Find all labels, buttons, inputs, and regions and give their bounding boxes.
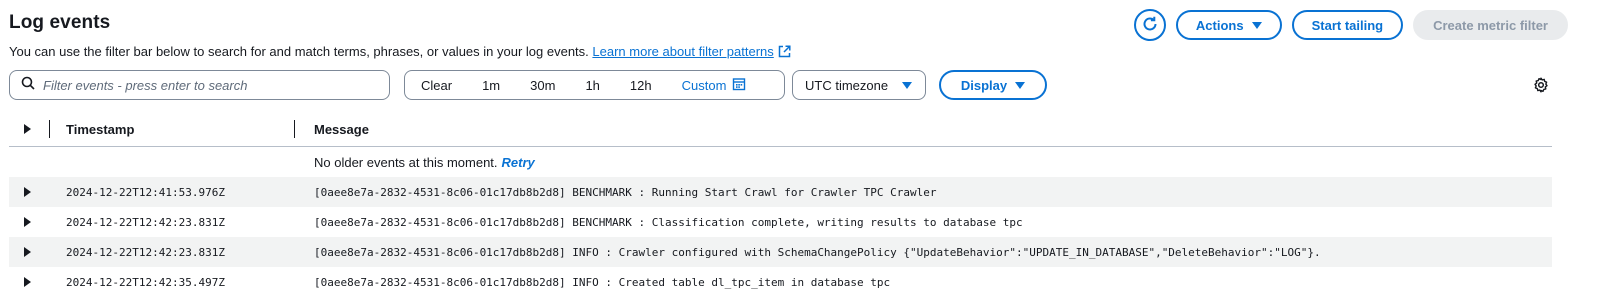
column-divider[interactable] [294,120,295,138]
table-header: Timestamp Message [9,112,1552,147]
row-expand-toggle[interactable] [9,277,49,287]
timezone-select[interactable]: UTC timezone [792,70,926,100]
row-message: [0aee8e7a-2832-4531-8c06-01c17db8b2d8] B… [314,215,1023,229]
table-row[interactable]: 2024-12-22T12:42:35.497Z [0aee8e7a-2832-… [9,267,1552,297]
actions-button[interactable]: Actions [1175,10,1282,40]
expand-all-toggle[interactable] [9,124,49,134]
caret-down-icon [1251,21,1262,29]
caret-down-icon [1015,81,1026,89]
time-range-1h[interactable]: 1h [570,71,614,99]
create-metric-filter-label: Create metric filter [1433,17,1548,33]
log-events-table: Timestamp Message No older events at thi… [9,112,1552,297]
time-range-12h[interactable]: 12h [615,71,667,99]
expand-icon [24,217,31,227]
table-row[interactable]: 2024-12-22T12:41:53.976Z [0aee8e7a-2832-… [9,177,1552,207]
time-range-selector: Clear 1m 30m 1h 12h Custom [404,70,785,100]
search-icon [21,76,35,95]
row-message: [0aee8e7a-2832-4531-8c06-01c17db8b2d8] I… [314,245,1321,259]
custom-label: Custom [681,77,727,93]
learn-more-link[interactable]: Learn more about filter patterns [592,44,773,59]
row-expand-toggle[interactable] [9,187,49,197]
row-timestamp: 2024-12-22T12:41:53.976Z [66,185,225,199]
description-text: You can use the filter bar below to sear… [9,44,589,59]
table-row[interactable]: 2024-12-22T12:42:23.831Z [0aee8e7a-2832-… [9,207,1552,237]
row-expand-toggle[interactable] [9,247,49,257]
create-metric-filter-button[interactable]: Create metric filter [1413,10,1568,40]
start-tailing-button[interactable]: Start tailing [1291,10,1404,40]
display-label: Display [960,77,1008,93]
search-input[interactable] [43,77,373,93]
row-timestamp: 2024-12-22T12:42:23.831Z [66,245,225,259]
row-expand-toggle[interactable] [9,217,49,227]
expand-icon [24,247,31,257]
no-older-text: No older events at this moment. [314,154,498,170]
no-older-events: No older events at this moment. Retry [9,147,1552,177]
column-header-message[interactable]: Message [297,122,1552,137]
expand-icon [24,124,31,134]
start-tailing-label: Start tailing [1311,17,1384,33]
time-range-clear[interactable]: Clear [405,71,467,99]
refresh-icon [1141,15,1159,36]
search-box[interactable] [9,70,390,100]
row-timestamp: 2024-12-22T12:42:35.497Z [66,275,225,289]
calendar-icon [732,77,746,94]
display-button[interactable]: Display [939,70,1047,100]
row-message: [0aee8e7a-2832-4531-8c06-01c17db8b2d8] I… [314,275,891,289]
table-body: 2024-12-22T12:41:53.976Z [0aee8e7a-2832-… [9,177,1552,297]
expand-icon [24,277,31,287]
time-range-30m[interactable]: 30m [515,71,570,99]
log-events-panel: Log events You can use the filter bar be… [0,0,1600,300]
gear-icon[interactable] [1533,77,1549,98]
timezone-label: UTC timezone [805,77,889,93]
retry-link[interactable]: Retry [502,155,535,170]
refresh-button[interactable] [1133,9,1166,41]
header-actions: Actions Start tailing Create metric filt… [1133,9,1568,41]
expand-icon [24,187,31,197]
time-range-custom[interactable]: Custom [667,71,762,99]
actions-label: Actions [1195,17,1244,33]
table-row[interactable]: 2024-12-22T12:42:23.831Z [0aee8e7a-2832-… [9,237,1552,267]
column-header-timestamp[interactable]: Timestamp [49,122,297,137]
description: You can use the filter bar below to sear… [9,44,791,61]
row-message: [0aee8e7a-2832-4531-8c06-01c17db8b2d8] B… [314,185,937,199]
caret-down-icon [902,81,912,89]
filter-bar: Clear 1m 30m 1h 12h Custom [9,70,1600,100]
learn-more-label: Learn more about filter patterns [592,44,774,59]
row-timestamp: 2024-12-22T12:42:23.831Z [66,215,225,229]
external-link-icon[interactable] [778,45,791,61]
time-range-1m[interactable]: 1m [467,71,515,99]
page-title: Log events [9,12,111,33]
